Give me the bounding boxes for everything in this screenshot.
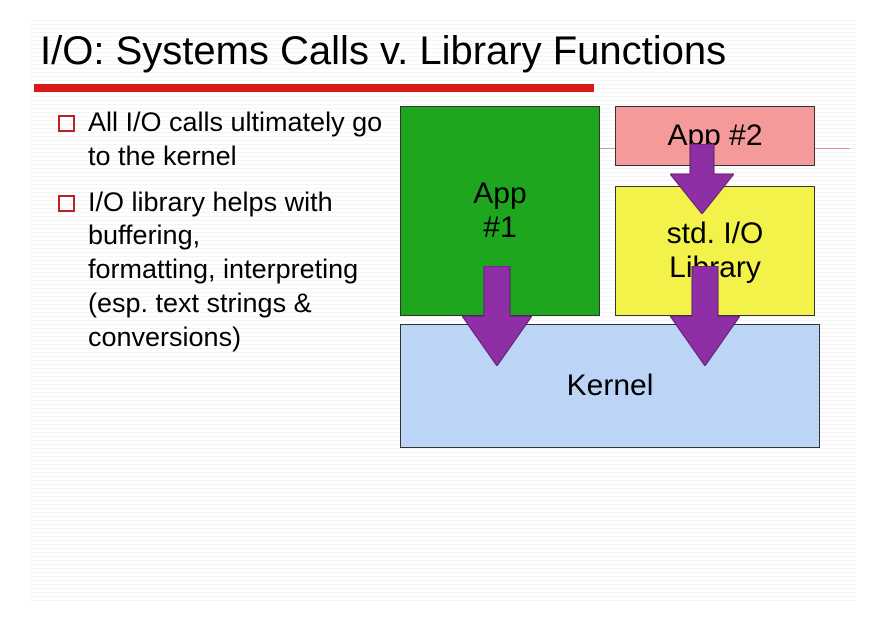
bullet-text: I/O library helps with buffering, format… xyxy=(88,187,358,352)
bullet-item: All I/O calls ultimately go to the kerne… xyxy=(58,106,398,174)
box-label: Kernel xyxy=(567,369,654,404)
bullet-item: I/O library helps with buffering, format… xyxy=(58,186,398,355)
bullet-list: All I/O calls ultimately go to the kerne… xyxy=(58,106,398,366)
title-underline-thick xyxy=(34,84,594,92)
arrow-down-icon xyxy=(462,266,532,366)
slide-title: I/O: Systems Calls v. Library Functions xyxy=(30,20,856,80)
diagram: App #1 App #2 std. I/O Library Kernel xyxy=(400,106,856,526)
bullet-text: All I/O calls ultimately go to the kerne… xyxy=(88,107,382,171)
box-label: App #1 xyxy=(473,177,526,246)
slide: I/O: Systems Calls v. Library Functions … xyxy=(30,20,856,604)
arrow-down-icon xyxy=(670,144,734,214)
arrow-down-icon xyxy=(670,266,740,366)
